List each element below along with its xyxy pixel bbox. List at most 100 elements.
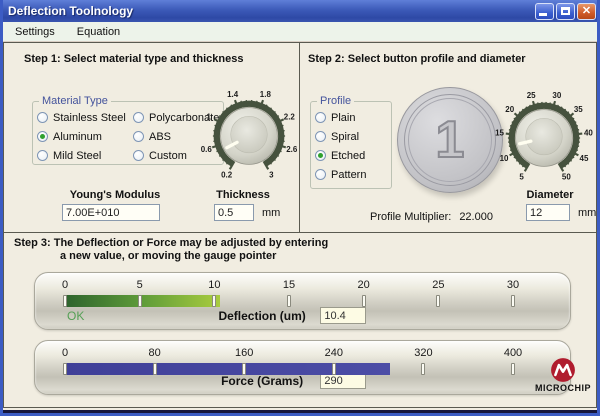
radio-icon[interactable] [37,112,48,123]
radio-icon[interactable] [315,131,326,142]
menu-equation[interactable]: Equation [68,24,129,40]
thickness-unit: mm [262,207,280,219]
thickness-input[interactable] [214,204,254,221]
radio-label: Etched [331,150,365,162]
svg-text:50: 50 [562,172,571,181]
svg-text:0.6: 0.6 [201,145,213,154]
radio-selected-icon[interactable] [37,131,48,142]
gauge-tick-marker[interactable] [138,295,142,307]
radio-stainless-steel[interactable]: Stainless Steel [37,108,133,127]
gauge-tick-marker[interactable] [421,363,425,375]
deflection-bar[interactable] [65,295,513,307]
step3-title-line2: a new value, or moving the gauge pointer [60,250,276,262]
gauge-tick-marker[interactable] [362,295,366,307]
gauge-tick-marker[interactable] [436,295,440,307]
radio-label: ABS [149,131,171,143]
force-label: Force (Grams) [221,374,303,388]
material-type-label: Material Type [39,95,111,107]
gauge-tick-label: 0 [62,347,68,359]
deflection-input[interactable] [320,307,366,324]
button-preview-ring-outer: 1 [404,94,496,186]
title-bar[interactable]: Deflection Toolnology ✕ [0,0,600,22]
gauge-tick-label: 0 [62,279,68,291]
profile-multiplier-label: Profile Multiplier: [370,211,451,223]
step1-panel: Step 1: Select material type and thickne… [4,43,300,232]
step2-panel: Step 2: Select button profile and diamet… [300,43,596,232]
radio-icon[interactable] [133,112,144,123]
radio-selected-icon[interactable] [315,150,326,161]
gauge-tick-marker[interactable] [212,295,216,307]
close-button[interactable]: ✕ [577,3,596,20]
gauge-tick-label: 30 [507,279,519,291]
gauge-tick-label: 160 [235,347,253,359]
radio-label: Mild Steel [53,150,101,162]
radio-label: Aluminum [53,131,102,143]
deflection-bar-fill [65,295,220,307]
button-preview-digit: 1 [436,114,465,166]
radio-etched[interactable]: Etched [315,146,387,165]
profile-label: Profile [317,95,354,107]
deflection-gauge[interactable]: 051015202530 OK Deflection (um) [34,272,571,330]
material-radio-grid: Stainless SteelPolycarbonateAluminumABSM… [37,108,219,165]
radio-spiral[interactable]: Spiral [315,127,387,146]
radio-pattern[interactable]: Pattern [315,165,387,184]
radio-icon[interactable] [37,150,48,161]
radio-plain[interactable]: Plain [315,108,387,127]
profile-radio-grid: Plain Spiral Etched Pattern [315,108,387,184]
gauge-tick-label: 15 [283,279,295,291]
menu-bar: Settings Equation [0,22,600,42]
gauge-tick-marker[interactable] [332,363,336,375]
diameter-label: Diameter [512,189,588,201]
minimize-button[interactable] [535,3,554,20]
radio-aluminum[interactable]: Aluminum [37,127,133,146]
radio-label: Stainless Steel [53,112,126,124]
gauge-tick-label: 5 [137,279,143,291]
profile-multiplier-value: 22.000 [459,211,493,223]
thickness-label: Thickness [207,189,279,201]
radio-mild-steel[interactable]: Mild Steel [37,146,133,165]
menu-settings[interactable]: Settings [6,24,64,40]
thickness-knob[interactable]: 0.20.611.41.82.22.63 [198,85,300,187]
gauge-tick-label: 400 [504,347,522,359]
svg-text:1: 1 [206,112,211,121]
gauge-tick-marker[interactable] [242,363,246,375]
svg-text:1.8: 1.8 [260,90,272,99]
gauge-tick-marker[interactable] [511,295,515,307]
gauge-tick-marker[interactable] [287,295,291,307]
gauge-tick-label: 10 [208,279,220,291]
step1-title: Step 1: Select material type and thickne… [24,53,243,65]
force-bar-fill [65,363,390,375]
microchip-wordmark: MICROCHIP [533,383,593,393]
maximize-icon [561,7,570,15]
gauge-tick-marker[interactable] [153,363,157,375]
radio-label: Plain [331,112,355,124]
profile-multiplier: Profile Multiplier: 22.000 [370,211,493,223]
diameter-input[interactable] [526,204,570,221]
svg-text:45: 45 [580,154,589,163]
svg-text:35: 35 [574,105,583,114]
radio-icon[interactable] [133,131,144,142]
material-type-group: Material Type Stainless SteelPolycarbona… [32,95,224,165]
gauge-tick-label: 240 [325,347,343,359]
gauge-tick-label: 320 [414,347,432,359]
client-area: Step 1: Select material type and thickne… [3,42,597,408]
gauge-tick-marker[interactable] [63,363,67,375]
radio-icon[interactable] [315,169,326,180]
svg-text:10: 10 [500,154,509,163]
svg-text:40: 40 [584,128,593,137]
gauge-tick-marker[interactable] [63,295,67,307]
minimize-icon [539,13,547,16]
gauge-tick-marker[interactable] [511,363,515,375]
force-gauge[interactable]: 080160240320400 Force (Grams) [34,340,571,395]
svg-text:15: 15 [495,128,504,137]
svg-text:0.2: 0.2 [221,170,233,179]
radio-icon[interactable] [315,112,326,123]
youngs-modulus-input[interactable] [62,204,160,221]
svg-text:2.2: 2.2 [284,112,296,121]
diameter-knob[interactable]: 5101520253035404550 [493,87,595,189]
deflection-label: Deflection (um) [218,309,305,323]
radio-icon[interactable] [133,150,144,161]
maximize-button[interactable] [556,3,575,20]
app-window: Deflection Toolnology ✕ Settings Equatio… [0,0,600,416]
svg-text:20: 20 [505,105,514,114]
